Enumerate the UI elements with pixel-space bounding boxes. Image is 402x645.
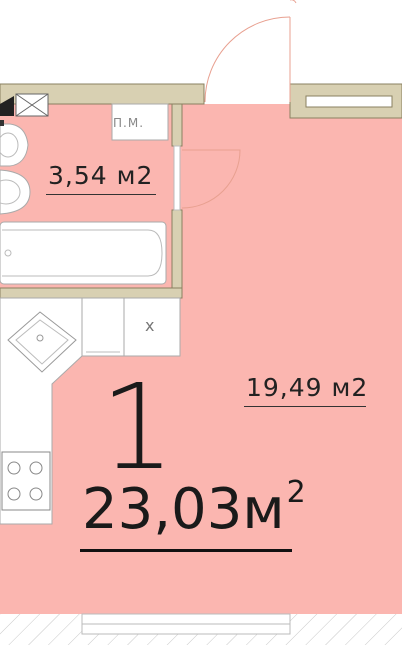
total-area: 23,03м2 [82, 478, 306, 538]
bathroom-area-label: 3,54 м2 [48, 161, 154, 190]
bathroom-area-underline [46, 194, 156, 195]
total-area-underline [80, 549, 292, 552]
total-area-value: 23,03м [82, 477, 285, 542]
bathroom-wall-vertical-bottom [171, 209, 183, 297]
living-room-area-label: 19,49 м2 [246, 373, 369, 402]
apartment-number: 1 [100, 358, 176, 496]
pipe-stub [0, 120, 4, 126]
living-room-area-underline [244, 406, 366, 407]
bathroom-wall-bottom [0, 287, 183, 299]
kitchen-cabinet-1 [81, 297, 125, 357]
entry-door-arc [204, 16, 291, 103]
total-area-unit-sup: 2 [286, 475, 306, 510]
bathroom-door-frame [173, 145, 181, 211]
bathtub [0, 221, 167, 285]
cabinet-mark: x [145, 316, 155, 335]
top-window [305, 95, 393, 108]
utility-label: П.М. [113, 116, 145, 130]
bathroom-wall-vertical-top [171, 103, 183, 147]
stove [1, 451, 51, 511]
